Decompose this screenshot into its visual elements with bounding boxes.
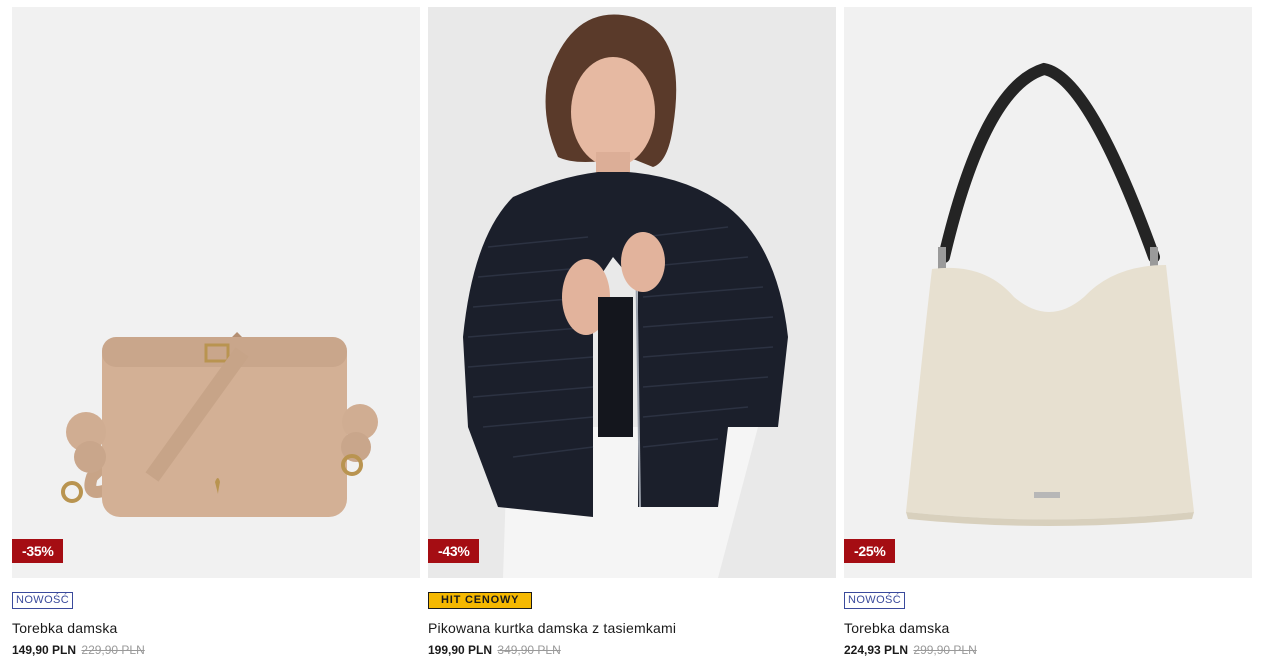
old-price: 349,90 PLN xyxy=(497,643,561,657)
crossbody-bag-image xyxy=(12,7,420,578)
discount-badge: -35% xyxy=(12,539,64,563)
old-price: 299,90 PLN xyxy=(913,643,977,657)
old-price: 229,90 PLN xyxy=(81,643,145,657)
product-name[interactable]: Torebka damska xyxy=(12,620,118,636)
product-card[interactable]: -25% NOWOŚĆ Torebka damska 224,93 PLN 29… xyxy=(844,7,1252,657)
current-price: 199,90 PLN xyxy=(428,643,493,657)
product-image[interactable]: -25% xyxy=(844,7,1252,578)
new-badge: NOWOŚĆ xyxy=(844,592,906,609)
product-card[interactable]: -43% HIT CENOWY Pikowana kurtka damska z… xyxy=(428,7,836,657)
current-price: 149,90 PLN xyxy=(12,643,77,657)
shoulder-bag-image xyxy=(844,7,1252,578)
hit-price-badge: HIT CENOWY xyxy=(428,592,533,609)
discount-badge: -25% xyxy=(844,539,896,563)
product-image[interactable]: -43% xyxy=(428,7,836,578)
product-image[interactable]: -35% xyxy=(12,7,420,578)
price-row: 199,90 PLN 349,90 PLN xyxy=(428,643,561,657)
discount-badge: -43% xyxy=(428,539,480,563)
quilted-jacket-image xyxy=(428,7,836,578)
new-badge: NOWOŚĆ xyxy=(12,592,74,609)
price-row: 224,93 PLN 299,90 PLN xyxy=(844,643,977,657)
current-price: 224,93 PLN xyxy=(844,643,909,657)
product-card[interactable]: -35% NOWOŚĆ Torebka damska 149,90 PLN 22… xyxy=(12,7,420,657)
product-name[interactable]: Torebka damska xyxy=(844,620,950,636)
product-name[interactable]: Pikowana kurtka damska z tasiemkami xyxy=(428,620,676,636)
price-row: 149,90 PLN 229,90 PLN xyxy=(12,643,145,657)
